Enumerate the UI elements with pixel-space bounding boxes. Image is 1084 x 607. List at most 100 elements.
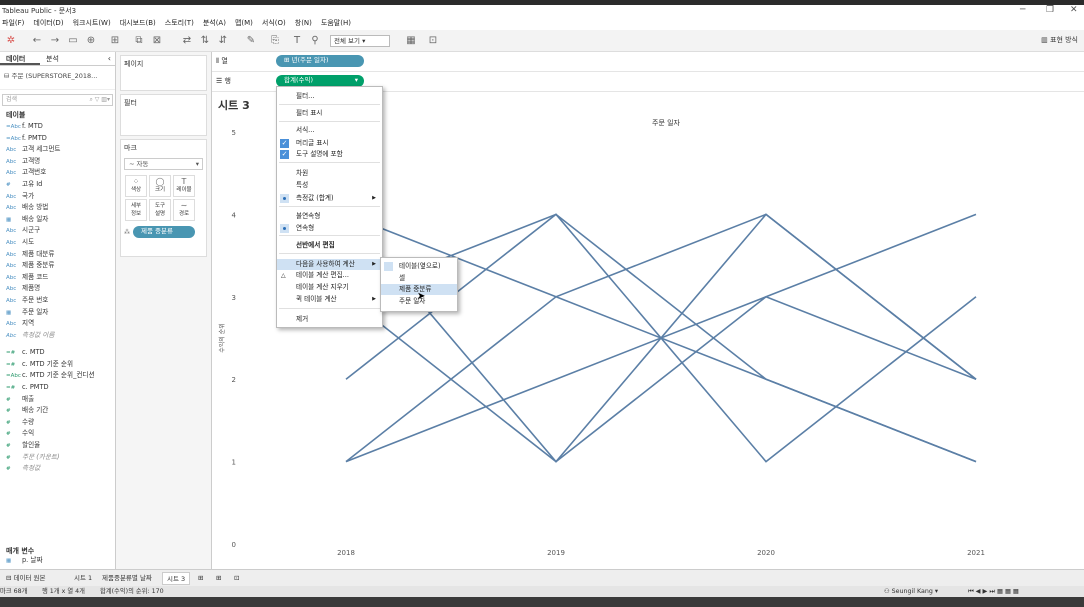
duplicate-icon[interactable]: ⧉	[132, 34, 146, 48]
size-button[interactable]: ◯ 크기	[149, 175, 171, 197]
menu-data[interactable]: 데이터(D)	[33, 17, 63, 30]
menu-show-header[interactable]: ✓ 머리글 표시	[277, 138, 382, 149]
highlight-icon[interactable]: ✎	[244, 34, 258, 48]
field-item[interactable]: Abc 제품 중분류	[0, 260, 115, 272]
field-item[interactable]: # 수량	[0, 417, 115, 429]
field-item[interactable]: # 측정값	[0, 463, 115, 475]
menu-worksheet[interactable]: 워크시트(W)	[73, 17, 111, 30]
maximize-button[interactable]: ❐	[1046, 5, 1054, 15]
menu-file[interactable]: 파일(F)	[2, 17, 24, 30]
new-dashboard-icon[interactable]: ⊞	[212, 572, 225, 585]
redo-icon[interactable]: →	[48, 34, 62, 48]
menu-remove[interactable]: 제거	[277, 314, 382, 325]
presentation-icon[interactable]: ⊡	[426, 34, 440, 48]
tab-data[interactable]: 데이터	[0, 52, 40, 65]
menu-map[interactable]: 맵(M)	[235, 17, 253, 30]
menu-include-tooltip[interactable]: ✓ 도구 설명에 포함	[277, 149, 382, 160]
menu-measure-sum[interactable]: 측정값 (합계) ▶	[277, 193, 382, 204]
tab-analysis[interactable]: 분석	[40, 52, 80, 65]
new-datasource-icon[interactable]: ⊕	[84, 34, 98, 48]
field-item[interactable]: Abc 제품 대분류	[0, 249, 115, 261]
field-item[interactable]: Abc 제품 코드	[0, 272, 115, 284]
sort-desc-icon[interactable]: ⇵	[216, 34, 230, 48]
menu-format[interactable]: 서식(O)	[262, 17, 286, 30]
datasource-item[interactable]: ⛁ 주문 (SUPERSTORE_2018...	[0, 66, 115, 90]
field-item[interactable]: Abc 배송 방법	[0, 202, 115, 214]
menu-show-filter[interactable]: 필터 표시	[277, 108, 382, 119]
menu-filter[interactable]: 필터...	[277, 91, 382, 102]
field-item[interactable]: Abc 고객명	[0, 156, 115, 168]
menu-dimension[interactable]: 차원	[277, 168, 382, 179]
field-item[interactable]: # 할인율	[0, 440, 115, 452]
menu-edit-table-calc[interactable]: △ 테이블 계산 편집...	[277, 270, 382, 281]
menu-continuous[interactable]: 연속형	[277, 223, 382, 234]
detail-button[interactable]: 세부 정보	[125, 199, 147, 221]
field-item[interactable]: Abc 주문 번호	[0, 295, 115, 307]
field-item[interactable]: ▦ 주문 일자	[0, 307, 115, 319]
menu-compute-using[interactable]: 다음을 사용하여 계산 ▶	[277, 259, 382, 270]
new-sheet-icon[interactable]: ⊞	[194, 572, 207, 585]
field-item[interactable]: Abc 시군구	[0, 225, 115, 237]
clear-sheet-icon[interactable]: ⊠	[150, 34, 164, 48]
undo-icon[interactable]: ←	[30, 34, 44, 48]
field-item[interactable]: =# c. PMTD	[0, 382, 115, 394]
menu-story[interactable]: 스토리(T)	[165, 17, 194, 30]
filters-card[interactable]: 필터	[120, 94, 207, 136]
field-item[interactable]: Abc 지역	[0, 318, 115, 330]
field-item[interactable]: # 주문 (카운트)	[0, 452, 115, 464]
detail-pill[interactable]: 제품 중분류	[133, 226, 195, 238]
color-button[interactable]: ⁘ 색상	[125, 175, 147, 197]
menu-quick-table-calc[interactable]: 퀵 테이블 계산 ▶	[277, 294, 382, 305]
menu-edit-in-shelf[interactable]: 선반에서 편집	[277, 240, 382, 251]
field-item[interactable]: # 고유 Id	[0, 179, 115, 191]
tooltip-button[interactable]: 도구 설명	[149, 199, 171, 221]
minimize-button[interactable]: ─	[1020, 5, 1025, 15]
close-button[interactable]: ✕	[1070, 5, 1078, 15]
menu-discrete[interactable]: 불연속형	[277, 211, 382, 222]
field-item[interactable]: ▦ 배송 일자	[0, 214, 115, 226]
new-worksheet-icon[interactable]: ⊞	[108, 34, 122, 48]
pages-card[interactable]: 페이지	[120, 55, 207, 91]
field-item[interactable]: =# c. MTD 기준 순위	[0, 359, 115, 371]
columns-shelf[interactable]: ⦀ 열 ⊞ 년(주문 일자)	[212, 52, 1084, 72]
field-item[interactable]: Abc 국가	[0, 191, 115, 203]
sort-asc-icon[interactable]: ⇅	[198, 34, 212, 48]
path-button[interactable]: ∼ 경로	[173, 199, 195, 221]
collapse-icon[interactable]: ‹	[108, 52, 115, 65]
fit-select[interactable]: 전체 보기 ▾	[330, 35, 390, 47]
save-icon[interactable]: ▭	[66, 34, 80, 48]
new-story-icon[interactable]: ⊡	[230, 572, 243, 585]
field-item[interactable]: =# c. MTD	[0, 347, 115, 359]
field-item[interactable]: # 매출	[0, 394, 115, 406]
field-item[interactable]: # 수익	[0, 428, 115, 440]
tab-product-sub-date[interactable]: 제품중분류별 날짜	[98, 572, 156, 585]
nav-first-icon[interactable]: ⏮ ◀ ▶ ⏭ ▦ ▦ ▦	[968, 586, 1019, 597]
menu-window[interactable]: 창(N)	[295, 17, 312, 30]
tab-sheet1[interactable]: 시트 1	[70, 572, 96, 585]
tab-sheet3[interactable]: 시트 3	[162, 572, 191, 585]
show-me-button[interactable]: ▥ 표현 방식	[1041, 35, 1078, 45]
field-item[interactable]: Abc 고객 세그먼트	[0, 144, 115, 156]
submenu-table-across[interactable]: 테이블(옆으로)	[381, 261, 457, 272]
label-button[interactable]: T 레이블	[173, 175, 195, 197]
field-item[interactable]: Abc 제품명	[0, 283, 115, 295]
menu-format[interactable]: 서식...	[277, 125, 382, 136]
parameter-item[interactable]: ▦ p. 날짜	[0, 555, 116, 567]
tab-datasource[interactable]: ⊟ 데이터 원본	[2, 572, 49, 585]
field-item[interactable]: Abc 고객번호	[0, 167, 115, 179]
field-item[interactable]: # 배송 기간	[0, 405, 115, 417]
field-item[interactable]: =Abcc. MTD 기준 순위_컨디션	[0, 370, 115, 382]
menu-help[interactable]: 도움말(H)	[321, 17, 351, 30]
menu-dashboard[interactable]: 대시보드(B)	[120, 17, 156, 30]
user-menu[interactable]: ⚇ Seungil Kang ▾	[884, 586, 938, 597]
menu-analysis[interactable]: 분석(A)	[203, 17, 226, 30]
field-item[interactable]: =Abcf. PMTD	[0, 133, 115, 145]
pin-icon[interactable]: ⚲	[308, 34, 322, 48]
tableau-logo-icon[interactable]: ✲	[4, 34, 18, 48]
submenu-cell[interactable]: 셀	[381, 273, 457, 284]
labels-icon[interactable]: T	[290, 34, 304, 48]
field-item[interactable]: =Abcf. MTD	[0, 121, 115, 133]
mark-type-select[interactable]: ∼ 자동 ▾	[124, 158, 203, 170]
menu-clear-table-calc[interactable]: 테이블 계산 지우기	[277, 282, 382, 293]
menu-attribute[interactable]: 특성	[277, 180, 382, 191]
